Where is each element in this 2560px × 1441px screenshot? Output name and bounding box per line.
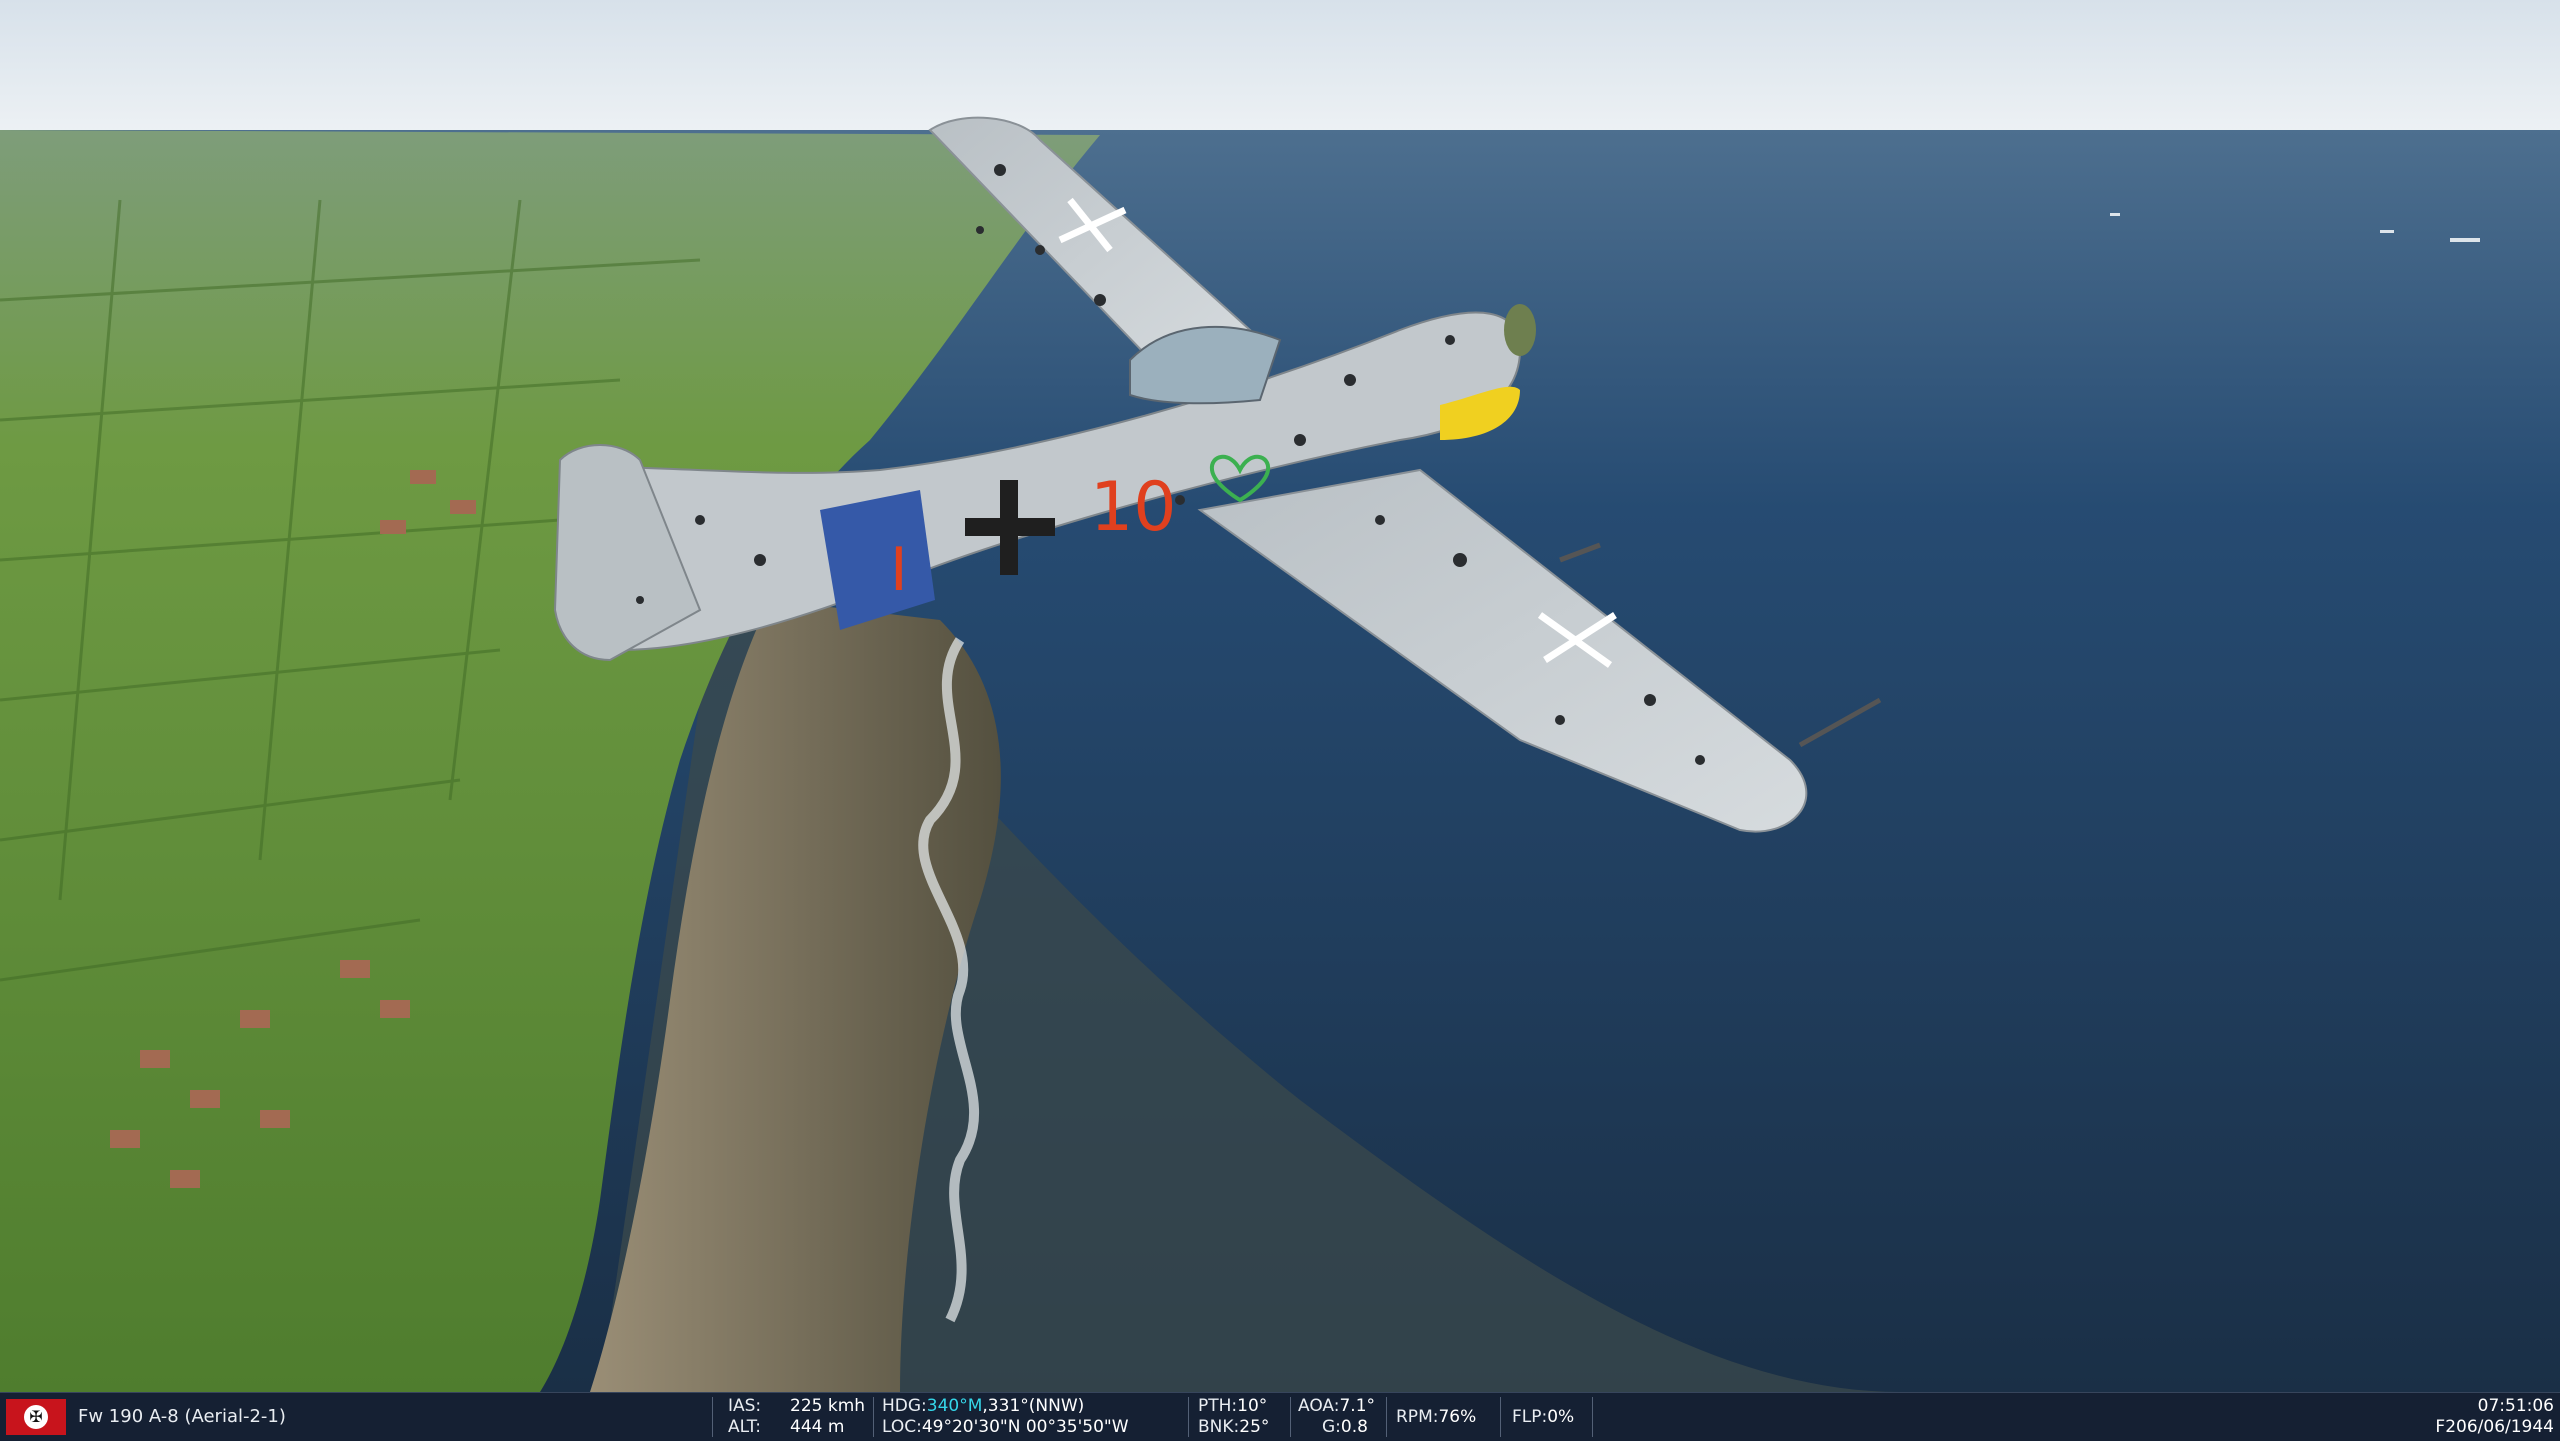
rpm-value: 76% (1438, 1407, 1477, 1427)
ias-value: 225 kmh (790, 1396, 866, 1416)
svg-text:10: 10 (1090, 468, 1177, 547)
divider (712, 1397, 713, 1437)
mission-date: F206/06/1944 (2435, 1417, 2554, 1437)
ias-label: IAS: (728, 1396, 762, 1416)
german-cross-flag-icon: ✠ (6, 1399, 66, 1435)
svg-text:I: I (890, 535, 908, 605)
pth-label: PTH: (1198, 1396, 1238, 1416)
divider (1188, 1397, 1189, 1437)
hdg-label: HDG: (882, 1396, 927, 1416)
game-viewport: 10 I (0, 0, 2560, 1392)
g-value: 0.8 (1340, 1417, 1368, 1437)
aoa-label: AOA: (1298, 1396, 1340, 1416)
hdg-true: ,331°(NNW) (982, 1396, 1085, 1416)
flight-status-bar: ✠ Fw 190 A-8 (Aerial-2-1) IAS: 225 kmh A… (0, 1392, 2560, 1441)
alt-value: 444 m (790, 1417, 845, 1437)
divider (1500, 1397, 1501, 1437)
g-label: G: (1322, 1417, 1341, 1437)
divider (1592, 1397, 1593, 1437)
pth-value: 10° (1237, 1396, 1268, 1416)
alt-label: ALT: (728, 1417, 762, 1437)
divider (1386, 1397, 1387, 1437)
hdg-magnetic: 340°M (926, 1396, 983, 1416)
flp-label: FLP: (1512, 1407, 1548, 1427)
loc-label: LOC: (882, 1417, 922, 1437)
rpm-label: RPM: (1396, 1407, 1439, 1427)
bnk-label: BNK: (1198, 1417, 1240, 1437)
sky (0, 0, 2560, 140)
divider (1290, 1397, 1291, 1437)
mission-time: 07:51:06 (2477, 1396, 2554, 1416)
loc-value: 49°20'30"N 00°35'50"W (921, 1417, 1129, 1437)
flp-value: 0% (1547, 1407, 1575, 1427)
aoa-value: 7.1° (1339, 1396, 1376, 1416)
divider (873, 1397, 874, 1437)
aircraft-name: Fw 190 A-8 (Aerial-2-1) (78, 1406, 286, 1427)
bnk-value: 25° (1239, 1417, 1270, 1437)
